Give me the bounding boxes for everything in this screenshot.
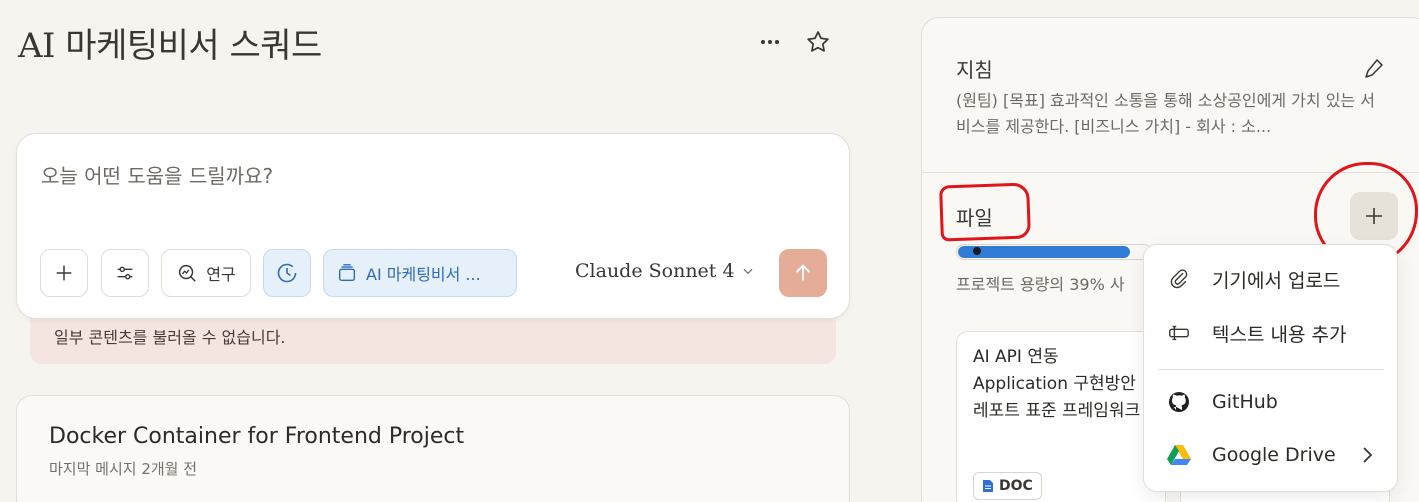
capacity-bar-fill (958, 246, 1130, 258)
project-chip[interactable]: AI 마케팅비서 ... (323, 249, 517, 297)
google-drive-icon (1166, 442, 1192, 468)
plus-icon (56, 265, 72, 281)
capacity-marker (973, 247, 981, 255)
message-composer: 오늘 어떤 도움을 드릴까요? 연구 AI 마케팅비서 ... Claude S… (16, 133, 850, 319)
github-icon (1166, 389, 1192, 415)
file-card[interactable]: AI API 연동 Application 구현방안 레포트 표준 프레임워크 … (956, 331, 1166, 502)
file-card-title: AI API 연동 Application 구현방안 레포트 표준 프레임워크 (973, 347, 1141, 421)
pencil-icon (1365, 59, 1383, 78)
capacity-text: 프로젝트 용량의 39% 사 (956, 275, 1125, 294)
menu-item-label: 텍스트 내용 추가 (1212, 323, 1347, 346)
capacity-bar (958, 246, 1130, 258)
add-file-menu: 기기에서 업로드 텍스트 내용 추가 GitHub Google Drive (1143, 244, 1398, 492)
conversation-item[interactable]: Docker Container for Frontend Project 마지… (16, 395, 850, 502)
composer-input[interactable]: 오늘 어떤 도움을 드릴까요? (41, 160, 273, 189)
star-icon (807, 31, 829, 52)
menu-item-label: Google Drive (1212, 444, 1336, 466)
chevron-down-icon (743, 268, 753, 275)
project-stack-icon (338, 264, 356, 282)
model-label: Claude Sonnet 4 (575, 260, 735, 282)
research-icon (179, 264, 197, 282)
send-button[interactable] (779, 249, 827, 297)
more-horizontal-icon (761, 40, 779, 44)
add-content-button[interactable] (40, 249, 88, 297)
page-title: AI 마케팅비서 스쿼드 (18, 26, 322, 66)
conversation-meta: 마지막 메시지 2개월 전 (49, 460, 198, 478)
menu-item-label: GitHub (1212, 391, 1278, 413)
paperclip-icon (1166, 266, 1192, 292)
chevron-right-icon (1363, 447, 1373, 463)
model-selector[interactable]: Claude Sonnet 4 (575, 260, 755, 282)
project-chip-label: AI 마케팅비서 ... (366, 265, 481, 284)
files-annotation-circle (939, 182, 1031, 242)
error-text: 일부 콘텐츠를 불러올 수 없습니다. (54, 328, 286, 347)
menu-item-upload-from-device[interactable]: 기기에서 업로드 (1144, 255, 1397, 303)
instructions-body: (원팀) [목표] 효과적인 소통을 통해 소상공인에게 가치 있는 서비스를 … (956, 91, 1375, 136)
favorite-button[interactable] (804, 28, 832, 56)
instructions-heading: 지침 (956, 58, 993, 82)
extended-thinking-button[interactable] (263, 249, 311, 297)
conversation-title: Docker Container for Frontend Project (49, 424, 465, 449)
research-label: 연구 (206, 265, 236, 284)
menu-item-add-text-content[interactable]: 텍스트 내용 추가 (1144, 309, 1397, 357)
sliders-icon (117, 266, 133, 280)
clock-icon (277, 263, 297, 283)
edit-instructions-button[interactable] (1362, 56, 1386, 84)
menu-item-google-drive[interactable]: Google Drive (1144, 431, 1397, 479)
document-icon (983, 480, 993, 492)
menu-separator (1158, 369, 1384, 370)
arrow-up-icon (795, 264, 811, 281)
more-options-button[interactable] (756, 28, 784, 56)
file-type-label: DOC (999, 478, 1033, 494)
menu-item-label: 기기에서 업로드 (1212, 269, 1341, 292)
text-add-icon (1166, 320, 1192, 346)
file-type-badge: DOC (973, 472, 1042, 500)
menu-item-github[interactable]: GitHub (1144, 378, 1397, 426)
title-actions (756, 28, 832, 56)
tools-settings-button[interactable] (101, 249, 149, 297)
research-button[interactable]: 연구 (161, 249, 251, 297)
